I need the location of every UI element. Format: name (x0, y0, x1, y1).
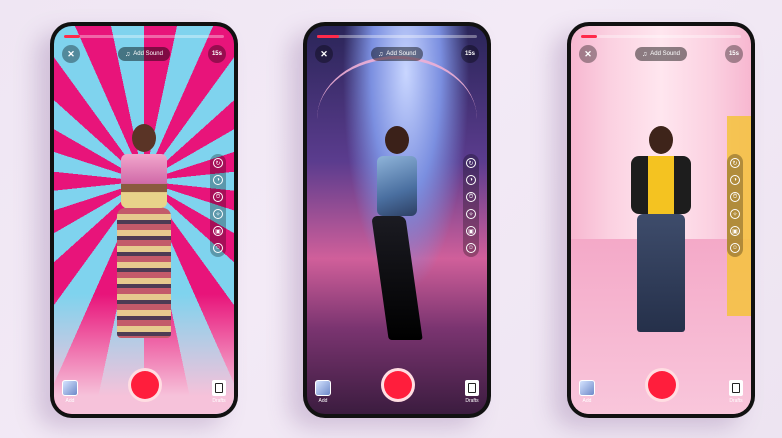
camera-screen-1: ✕ ♫ Add Sound 15s ↻ ◑ ⏱ ✧ ▣ ☺ Add Drafts (54, 26, 234, 414)
speed-icon[interactable]: ◑ (730, 175, 740, 185)
camera-screen-3: ✕ ♫ Add Sound 15s ↻ ◑ ⏱ ✧ ▣ ☺ Add Drafts (571, 26, 751, 414)
dancer-torso (377, 156, 417, 216)
add-sound-label: Add Sound (650, 51, 680, 57)
filters-icon[interactable]: ▣ (730, 226, 740, 236)
dancer-head (649, 126, 673, 154)
drafts-label: Drafts (465, 398, 479, 404)
effects-icon[interactable]: ☺ (466, 243, 476, 253)
music-note-icon: ♫ (378, 50, 384, 58)
bottom-bar: Add Drafts (62, 360, 226, 404)
record-button[interactable] (645, 368, 679, 402)
gallery-thumbnail (62, 380, 78, 396)
record-button[interactable] (128, 368, 162, 402)
dancer-torso (121, 154, 167, 208)
record-progress-fill (581, 35, 597, 38)
gallery-thumbnail (315, 380, 331, 396)
close-button[interactable]: ✕ (62, 45, 80, 63)
record-progress-fill (64, 35, 80, 38)
speed-icon[interactable]: ◑ (213, 175, 223, 185)
add-sound-label: Add Sound (133, 51, 163, 57)
record-progress-fill (317, 35, 340, 38)
dancer-head (385, 126, 409, 154)
close-button[interactable]: ✕ (315, 45, 333, 63)
add-label: Add (582, 398, 592, 404)
record-button[interactable] (381, 368, 415, 402)
duration-button[interactable]: 15s (724, 45, 743, 63)
flip-camera-icon[interactable]: ↻ (213, 158, 223, 168)
dancer-head (132, 124, 156, 152)
duration-button[interactable]: 15s (207, 45, 226, 63)
dancer-figure (117, 124, 171, 338)
timer-icon[interactable]: ⏱ (213, 192, 223, 202)
drafts-button[interactable]: Drafts (729, 380, 743, 404)
top-bar: ✕ ♫ Add Sound 15s (579, 44, 743, 64)
top-bar: ✕ ♫ Add Sound 15s (315, 44, 479, 64)
close-button[interactable]: ✕ (579, 45, 597, 63)
bottom-bar: Add Drafts (315, 360, 479, 404)
timer-icon[interactable]: ⏱ (466, 192, 476, 202)
record-progress-bar (317, 35, 477, 38)
drafts-icon (212, 380, 226, 396)
add-label: Add (318, 398, 328, 404)
dancer-figure (631, 126, 691, 332)
effects-icon[interactable]: ☺ (730, 243, 740, 253)
drafts-label: Drafts (729, 398, 743, 404)
dancer-legs (117, 208, 171, 338)
side-toolbar: ↻ ◑ ⏱ ✧ ▣ ☺ (463, 154, 479, 257)
record-progress-bar (64, 35, 224, 38)
gallery-thumbnail (579, 380, 595, 396)
phone-mockup-3: ✕ ♫ Add Sound 15s ↻ ◑ ⏱ ✧ ▣ ☺ Add Drafts (567, 22, 755, 418)
add-sound-button[interactable]: ♫ Add Sound (635, 47, 687, 61)
add-upload-button[interactable]: Add (62, 380, 78, 404)
dancer-torso (631, 156, 691, 214)
dancer-figure (371, 126, 423, 340)
add-upload-button[interactable]: Add (315, 380, 331, 404)
camera-screen-2: ✕ ♫ Add Sound 15s ↻ ◑ ⏱ ✧ ▣ ☺ Add Drafts (307, 26, 487, 414)
duration-button[interactable]: 15s (460, 45, 479, 63)
beauty-icon[interactable]: ✧ (213, 209, 223, 219)
dancer-legs (371, 216, 423, 340)
bottom-bar: Add Drafts (579, 360, 743, 404)
filters-icon[interactable]: ▣ (466, 226, 476, 236)
music-note-icon: ♫ (642, 50, 648, 58)
side-toolbar: ↻ ◑ ⏱ ✧ ▣ ☺ (727, 154, 743, 257)
drafts-button[interactable]: Drafts (212, 380, 226, 404)
speed-icon[interactable]: ◑ (466, 175, 476, 185)
record-progress-bar (581, 35, 741, 38)
phone-mockup-1: ✕ ♫ Add Sound 15s ↻ ◑ ⏱ ✧ ▣ ☺ Add Drafts (50, 22, 238, 418)
add-sound-button[interactable]: ♫ Add Sound (371, 47, 423, 61)
drafts-button[interactable]: Drafts (465, 380, 479, 404)
flip-camera-icon[interactable]: ↻ (730, 158, 740, 168)
flip-camera-icon[interactable]: ↻ (466, 158, 476, 168)
dancer-legs (637, 214, 685, 332)
drafts-label: Drafts (212, 398, 226, 404)
effects-icon[interactable]: ☺ (213, 243, 223, 253)
timer-icon[interactable]: ⏱ (730, 192, 740, 202)
top-bar: ✕ ♫ Add Sound 15s (62, 44, 226, 64)
music-note-icon: ♫ (125, 50, 131, 58)
add-upload-button[interactable]: Add (579, 380, 595, 404)
beauty-icon[interactable]: ✧ (730, 209, 740, 219)
add-sound-label: Add Sound (386, 51, 416, 57)
add-label: Add (65, 398, 75, 404)
beauty-icon[interactable]: ✧ (466, 209, 476, 219)
filters-icon[interactable]: ▣ (213, 226, 223, 236)
side-toolbar: ↻ ◑ ⏱ ✧ ▣ ☺ (210, 154, 226, 257)
drafts-icon (465, 380, 479, 396)
drafts-icon (729, 380, 743, 396)
phone-mockup-2: ✕ ♫ Add Sound 15s ↻ ◑ ⏱ ✧ ▣ ☺ Add Drafts (303, 22, 491, 418)
add-sound-button[interactable]: ♫ Add Sound (118, 47, 170, 61)
